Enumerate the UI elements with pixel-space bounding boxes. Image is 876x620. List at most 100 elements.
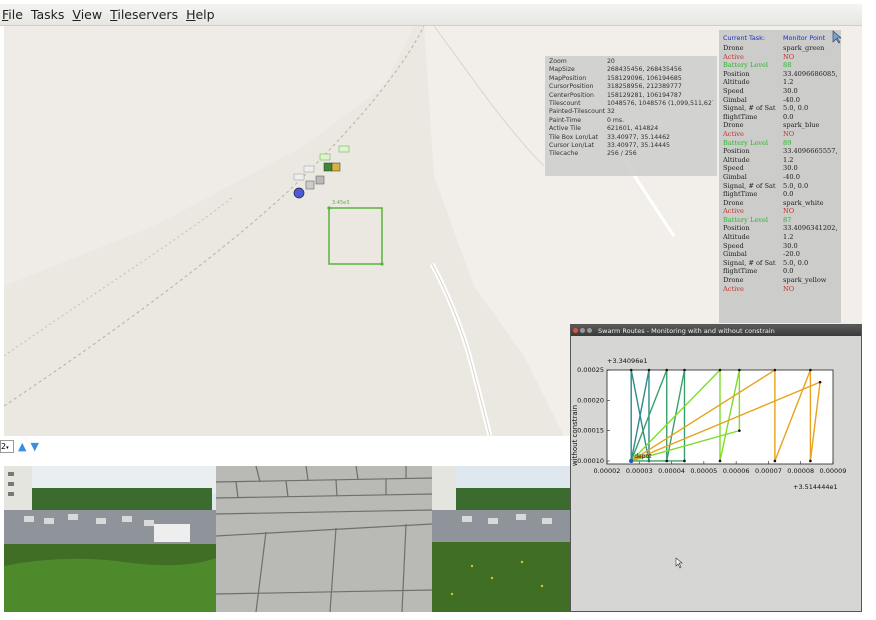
route-point [773,368,777,372]
route-point [738,429,741,432]
drone-field-value: 0.0 [783,267,794,276]
drone-status-row: Position 33.4096341202, 35 [723,224,837,233]
chart-titlebar[interactable]: Swarm Routes - Monitoring with and witho… [571,325,861,336]
drone-field-label: Position [723,147,750,156]
drone-field-value: 1.2 [783,233,794,242]
chevron-down-icon: ▾ [6,444,9,451]
route-point [818,380,822,384]
route-point [683,459,686,463]
y-tick-label: 0.00010 [577,457,604,465]
route-point [809,459,812,463]
drone-field-label: Altitude [723,155,750,164]
drone-field-label: Drone [723,198,744,207]
x-tick-label: 0.00005 [690,467,717,475]
menu-file[interactable]: File [2,7,23,22]
drone-field-label: Drone [723,44,744,52]
drone-field-value: 89 [783,138,792,147]
drone-status-row: Drone spark_green [723,44,837,53]
chart-window-title: Swarm Routes - Monitoring with and witho… [598,326,775,335]
drone-status-row: Signal, # of Sat 5.0, 0.0 [723,182,837,191]
drone-markers[interactable] [293,145,350,199]
task-label: Current Task: [723,34,765,42]
drone-field-label: Signal, # of Sat [723,181,776,190]
menu-view[interactable]: View [72,7,102,22]
drone-field-label: Active [723,207,744,216]
drone-field-label: Active [723,129,744,138]
drone-status-row: Active NO [723,53,837,62]
zoom-in-icon[interactable]: ▲ [18,440,26,453]
drone-field-value: 5.0, 0.0 [783,104,809,113]
drone-field-value: 33.4096341202, 35 [783,224,837,233]
drone-field-label: Position [723,224,750,233]
drone-field-value: 5.0, 0.0 [783,181,809,190]
depot-label: depot [634,453,652,460]
zoom-out-icon[interactable]: ▼ [30,440,38,453]
selection-rectangle[interactable] [328,207,383,265]
route-point [665,459,669,463]
drone-status-row: Active NO [723,285,837,294]
drone-status-panel: Current Task: Monitor Point Drone spark_g… [719,30,841,323]
drone-status-row: Speed 30.0 [723,164,837,173]
route-point [718,459,722,463]
drone-status-row: Battery Level 88 [723,61,837,70]
drone-field-label: Gimbal [723,250,747,259]
drone-field-value: -40.0 [783,95,800,104]
drone-status-row: flightTime 0.0 [723,113,837,122]
route-point [773,459,777,463]
camera-feed-2 [216,466,432,612]
minimize-icon[interactable] [580,328,585,333]
drone-status-row: Altitude 1.2 [723,233,837,242]
drone-field-value: -20.0 [783,250,800,259]
drone-field-value: 1.2 [783,155,794,164]
menu-tileservers[interactable]: Tileservers [110,7,178,22]
route-point [809,368,812,372]
menu-tasks[interactable]: Tasks [31,7,65,22]
drone-field-label: Signal, # of Sat [723,104,776,113]
x-tick-label: 0.00004 [658,467,685,475]
routes-chart: +3.34096e1 +3.514444e1 without constrain… [571,357,847,491]
drone-field-value: -40.0 [783,172,800,181]
x-tick-label: 0.00009 [820,467,847,475]
drone-field-value: 33.4096686085, 35 [783,69,837,78]
drone-field-label: Speed [723,164,744,173]
depot-point [629,458,634,464]
drone-field-label: Active [723,52,744,61]
drone-status-row: Battery Level 89 [723,139,837,148]
drone-field-value: 87 [783,215,792,224]
drone-field-label: Altitude [723,233,750,242]
maximize-icon[interactable] [587,328,592,333]
drone-status-row: Position 33.4096665557, 35 [723,147,837,156]
y-tick-label: 0.00020 [577,396,604,404]
route-point [629,368,633,372]
drone-field-value: spark_white [783,198,824,207]
menu-help[interactable]: Help [186,7,215,22]
drone-status-row: Position 33.4096686085, 35 [723,70,837,79]
drone-field-label: Signal, # of Sat [723,258,776,267]
drone-field-label: Battery Level [723,215,768,224]
drone-field-label: Drone [723,121,744,130]
drone-field-label: Speed [723,241,744,250]
drone-status-row: Active NO [723,130,837,139]
drone-field-label: Battery Level [723,61,768,70]
map-info-panel: Zoom 20 MapSize 268435456, 268435456 MapPo… [545,56,717,176]
drone-field-value: NO [783,207,795,216]
drone-field-value: NO [783,284,795,293]
drone-field-label: flightTime [723,267,758,276]
drone-field-label: Drone [723,276,744,285]
zoom-select[interactable]: 2▾ [0,439,14,453]
drone-status-row: Altitude 1.2 [723,78,837,87]
task-value: Monitor Point [783,34,826,42]
close-icon[interactable] [573,328,578,333]
drone-field-label: flightTime [723,112,758,121]
swarm-routes-window[interactable]: Swarm Routes - Monitoring with and witho… [570,324,862,612]
x-tick-label: 0.00003 [626,467,653,475]
drone-status-row: flightTime 0.0 [723,267,837,276]
drone-field-value: 5.0, 0.0 [783,258,809,267]
drone-field-value: spark_yellow [783,276,827,285]
drone-status-row: Battery Level 87 [723,216,837,225]
drone-field-value: NO [783,129,795,138]
drone-field-label: Gimbal [723,172,747,181]
drone-field-value: NO [783,52,795,61]
drone-status-row: Drone spark_blue [723,121,837,130]
y-tick-label: 0.00015 [577,427,604,435]
